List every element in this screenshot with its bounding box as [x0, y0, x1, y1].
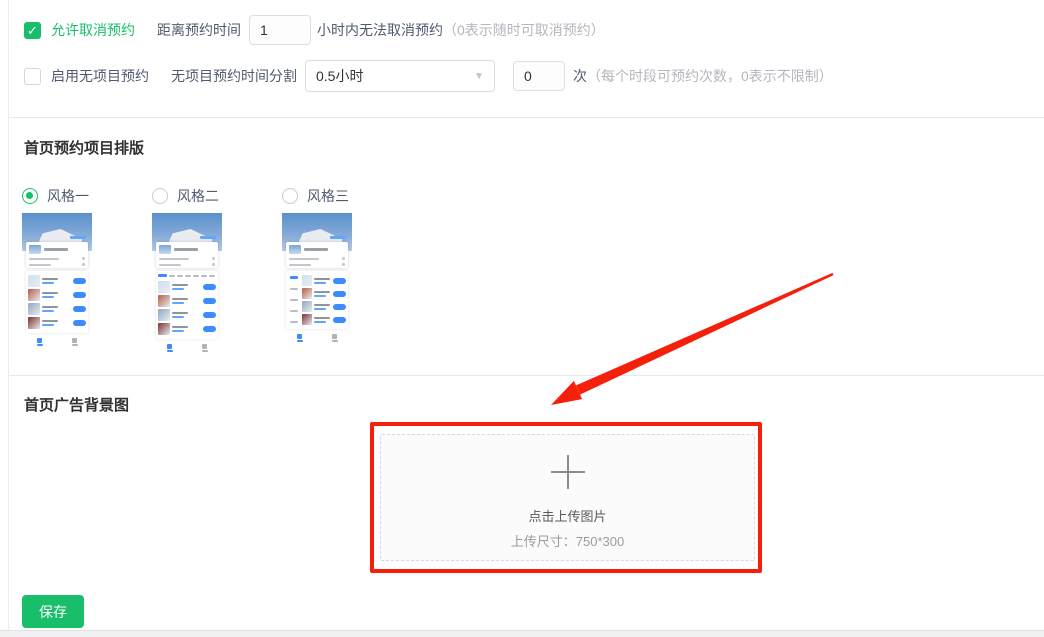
- split-time-label: 无项目预约时间分割: [171, 66, 297, 86]
- cancel-suffix-text: 小时内无法取消预约: [317, 20, 443, 40]
- upload-text: 点击上传图片: [528, 506, 606, 525]
- style-option-3: 风格三: [282, 186, 412, 344]
- style1-label: 风格一: [47, 186, 89, 206]
- allow-cancel-checkbox[interactable]: ✓: [24, 22, 41, 39]
- allow-cancel-row: ✓ 允许取消预约 距离预约时间 小时内无法取消预约 （0表示随时可取消预约）: [24, 14, 605, 46]
- style1-preview-image[interactable]: [22, 213, 92, 348]
- panel-left-border: [8, 0, 9, 637]
- divider-middle: [10, 375, 1044, 376]
- count-hint-text: （每个时段可预约次数，0表示不限制）: [587, 66, 833, 86]
- upload-size-text: 上传尺寸：750*300: [511, 531, 624, 550]
- noproject-row: 启用无项目预约 无项目预约时间分割 0.5小时 ▼ 次 （每个时段可预约次数，0…: [24, 60, 833, 92]
- ad-image-upload-area[interactable]: 点击上传图片 上传尺寸：750*300: [380, 434, 755, 561]
- cancel-hours-input[interactable]: [249, 15, 311, 45]
- booking-settings-page: ✓ 允许取消预约 距离预约时间 小时内无法取消预约 （0表示随时可取消预约） 启…: [0, 0, 1044, 637]
- cancel-hint-text: （0表示随时可取消预约）: [443, 20, 605, 40]
- plus-upload-icon: [551, 455, 585, 489]
- chevron-down-icon: ▼: [474, 71, 484, 82]
- page-bottom-strip: [0, 630, 1044, 637]
- noproject-checkbox[interactable]: [24, 68, 41, 85]
- style1-radio[interactable]: [22, 188, 38, 204]
- split-time-select[interactable]: 0.5小时 ▼: [305, 60, 495, 92]
- style3-radio[interactable]: [282, 188, 298, 204]
- ad-section-title: 首页广告背景图: [24, 394, 129, 415]
- style3-label: 风格三: [307, 186, 349, 206]
- count-unit-text: 次: [573, 66, 587, 86]
- cancel-time-label: 距离预约时间: [157, 20, 241, 40]
- save-button[interactable]: 保存: [22, 595, 84, 628]
- layout-section-title: 首页预约项目排版: [24, 137, 144, 158]
- style3-radio-row[interactable]: 风格三: [282, 186, 412, 206]
- noproject-label: 启用无项目预约: [51, 66, 149, 86]
- style2-preview-image[interactable]: [152, 213, 222, 354]
- style3-preview-image[interactable]: [282, 213, 352, 344]
- allow-cancel-label: 允许取消预约: [51, 20, 135, 40]
- divider-top: [10, 117, 1044, 118]
- style1-radio-row[interactable]: 风格一: [22, 186, 152, 206]
- style-option-2: 风格二: [152, 186, 282, 354]
- booking-count-input[interactable]: [513, 61, 565, 91]
- split-time-select-value: 0.5小时: [316, 66, 363, 86]
- style2-radio-row[interactable]: 风格二: [152, 186, 282, 206]
- style2-label: 风格二: [177, 186, 219, 206]
- style2-radio[interactable]: [152, 188, 168, 204]
- style-option-1: 风格一: [22, 186, 152, 348]
